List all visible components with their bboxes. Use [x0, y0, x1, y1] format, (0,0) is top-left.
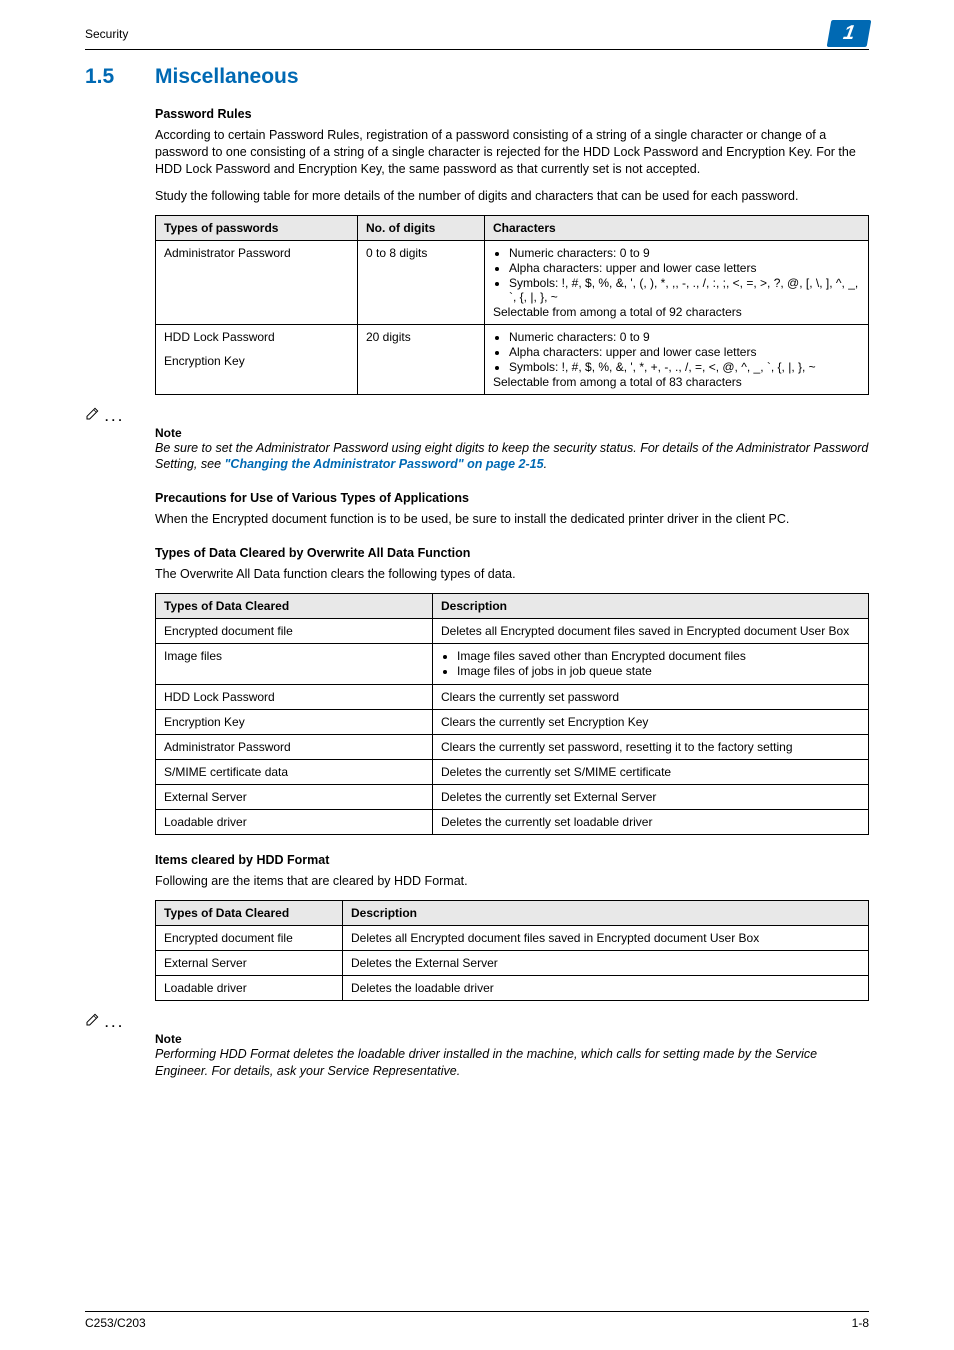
col-digits: No. of digits	[358, 215, 485, 240]
cell: Deletes the currently set loadable drive…	[433, 810, 869, 835]
note-block: . . . Note Be sure to set the Administra…	[85, 405, 869, 474]
col-type: Types of Data Cleared	[156, 900, 343, 925]
chapter-badge: 1	[827, 20, 872, 47]
note-icon	[85, 405, 101, 421]
col-type: Types of Data Cleared	[156, 594, 433, 619]
list-item: Symbols: !, #, $, %, &, ', *, +, -, ., /…	[509, 360, 860, 374]
section-heading: 1.5 Miscellaneous	[85, 65, 869, 89]
section-title: Miscellaneous	[155, 65, 299, 89]
list-item: Numeric characters: 0 to 9	[509, 246, 860, 260]
table-row: Administrator Password 0 to 8 digits Num…	[156, 240, 869, 324]
page-footer: C253/C203 1-8	[85, 1311, 869, 1330]
overwrite-table: Types of Data Cleared Description Encryp…	[155, 593, 869, 835]
cell-chars: Numeric characters: 0 to 9 Alpha charact…	[485, 240, 869, 324]
col-desc: Description	[433, 594, 869, 619]
note-text-b: .	[544, 457, 547, 471]
note-text: Performing HDD Format deletes the loadab…	[155, 1046, 869, 1080]
header-section-label: Security	[85, 27, 128, 41]
table-row: Encrypted document file Deletes all Encr…	[156, 619, 869, 644]
password-rules-p1: According to certain Password Rules, reg…	[155, 127, 869, 178]
cell: Clears the currently set password, reset…	[433, 735, 869, 760]
cell-type-multi: HDD Lock Password Encryption Key	[156, 324, 358, 394]
cell: External Server	[156, 785, 433, 810]
table-row: Encrypted document file Deletes all Encr…	[156, 925, 869, 950]
password-rules-p2: Study the following table for more detai…	[155, 188, 869, 205]
note-label: Note	[155, 1032, 869, 1046]
list-item: Numeric characters: 0 to 9	[509, 330, 860, 344]
list-item: Alpha characters: upper and lower case l…	[509, 345, 860, 359]
hdd-format-heading: Items cleared by HDD Format	[155, 853, 869, 867]
col-desc: Description	[343, 900, 869, 925]
cell: Deletes the currently set S/MIME certifi…	[433, 760, 869, 785]
note-ellipsis: . . .	[105, 410, 122, 424]
chars-trailer: Selectable from among a total of 92 char…	[493, 305, 742, 319]
cell: Deletes the currently set External Serve…	[433, 785, 869, 810]
table-row: HDD Lock Password Clears the currently s…	[156, 685, 869, 710]
cell-digits: 0 to 8 digits	[358, 240, 485, 324]
cell: Deletes the loadable driver	[343, 975, 869, 1000]
table-header-row: Types of Data Cleared Description	[156, 594, 869, 619]
table-row: Loadable driver Deletes the loadable dri…	[156, 975, 869, 1000]
table-row: HDD Lock Password Encryption Key 20 digi…	[156, 324, 869, 394]
list-item: Image files saved other than Encrypted d…	[457, 649, 860, 663]
cell-digits: 20 digits	[358, 324, 485, 394]
note-block: . . . Note Performing HDD Format deletes…	[85, 1011, 869, 1080]
page-header: Security 1	[85, 20, 869, 50]
cell: Clears the currently set Encryption Key	[433, 710, 869, 735]
overwrite-heading: Types of Data Cleared by Overwrite All D…	[155, 546, 869, 560]
cell-type: Administrator Password	[156, 240, 358, 324]
precautions-heading: Precautions for Use of Various Types of …	[155, 491, 869, 505]
table-row: Loadable driver Deletes the currently se…	[156, 810, 869, 835]
table-row: External Server Deletes the currently se…	[156, 785, 869, 810]
cell: Encryption Key	[156, 710, 433, 735]
col-types: Types of passwords	[156, 215, 358, 240]
cell: Image files	[156, 644, 433, 685]
table-header-row: Types of Data Cleared Description	[156, 900, 869, 925]
cell: Deletes all Encrypted document files sav…	[343, 925, 869, 950]
cell: Clears the currently set password	[433, 685, 869, 710]
cell: Deletes all Encrypted document files sav…	[433, 619, 869, 644]
cell: External Server	[156, 950, 343, 975]
list-item: Symbols: !, #, $, %, &, ', (, ), *, ,, -…	[509, 276, 860, 304]
note-text: Be sure to set the Administrator Passwor…	[155, 440, 869, 474]
footer-right: 1-8	[852, 1316, 869, 1330]
chars-trailer: Selectable from among a total of 83 char…	[493, 375, 742, 389]
note-ellipsis: . . .	[105, 1016, 122, 1030]
table-header-row: Types of passwords No. of digits Charact…	[156, 215, 869, 240]
cell-type-b: Encryption Key	[164, 354, 349, 368]
section-number: 1.5	[85, 65, 155, 89]
cell-type-a: HDD Lock Password	[164, 330, 349, 344]
table-row: S/MIME certificate data Deletes the curr…	[156, 760, 869, 785]
cell: Loadable driver	[156, 975, 343, 1000]
cell: Encrypted document file	[156, 925, 343, 950]
cell: S/MIME certificate data	[156, 760, 433, 785]
hdd-format-p: Following are the items that are cleared…	[155, 873, 869, 890]
col-characters: Characters	[485, 215, 869, 240]
table-row: Encryption Key Clears the currently set …	[156, 710, 869, 735]
cell: Encrypted document file	[156, 619, 433, 644]
footer-left: C253/C203	[85, 1316, 146, 1330]
password-rules-table: Types of passwords No. of digits Charact…	[155, 215, 869, 395]
cell: Deletes the External Server	[343, 950, 869, 975]
hdd-format-table: Types of Data Cleared Description Encryp…	[155, 900, 869, 1001]
note-icon	[85, 1011, 101, 1027]
table-row: Image files Image files saved other than…	[156, 644, 869, 685]
table-row: Administrator Password Clears the curren…	[156, 735, 869, 760]
precautions-p: When the Encrypted document function is …	[155, 511, 869, 528]
password-rules-heading: Password Rules	[155, 107, 869, 121]
list-item: Image files of jobs in job queue state	[457, 664, 860, 678]
list-item: Alpha characters: upper and lower case l…	[509, 261, 860, 275]
cell: Loadable driver	[156, 810, 433, 835]
note-label: Note	[155, 426, 869, 440]
note-link[interactable]: "Changing the Administrator Password" on…	[225, 457, 544, 471]
cell: HDD Lock Password	[156, 685, 433, 710]
cell: Administrator Password	[156, 735, 433, 760]
table-row: External Server Deletes the External Ser…	[156, 950, 869, 975]
overwrite-p: The Overwrite All Data function clears t…	[155, 566, 869, 583]
cell: Image files saved other than Encrypted d…	[433, 644, 869, 685]
cell-chars: Numeric characters: 0 to 9 Alpha charact…	[485, 324, 869, 394]
